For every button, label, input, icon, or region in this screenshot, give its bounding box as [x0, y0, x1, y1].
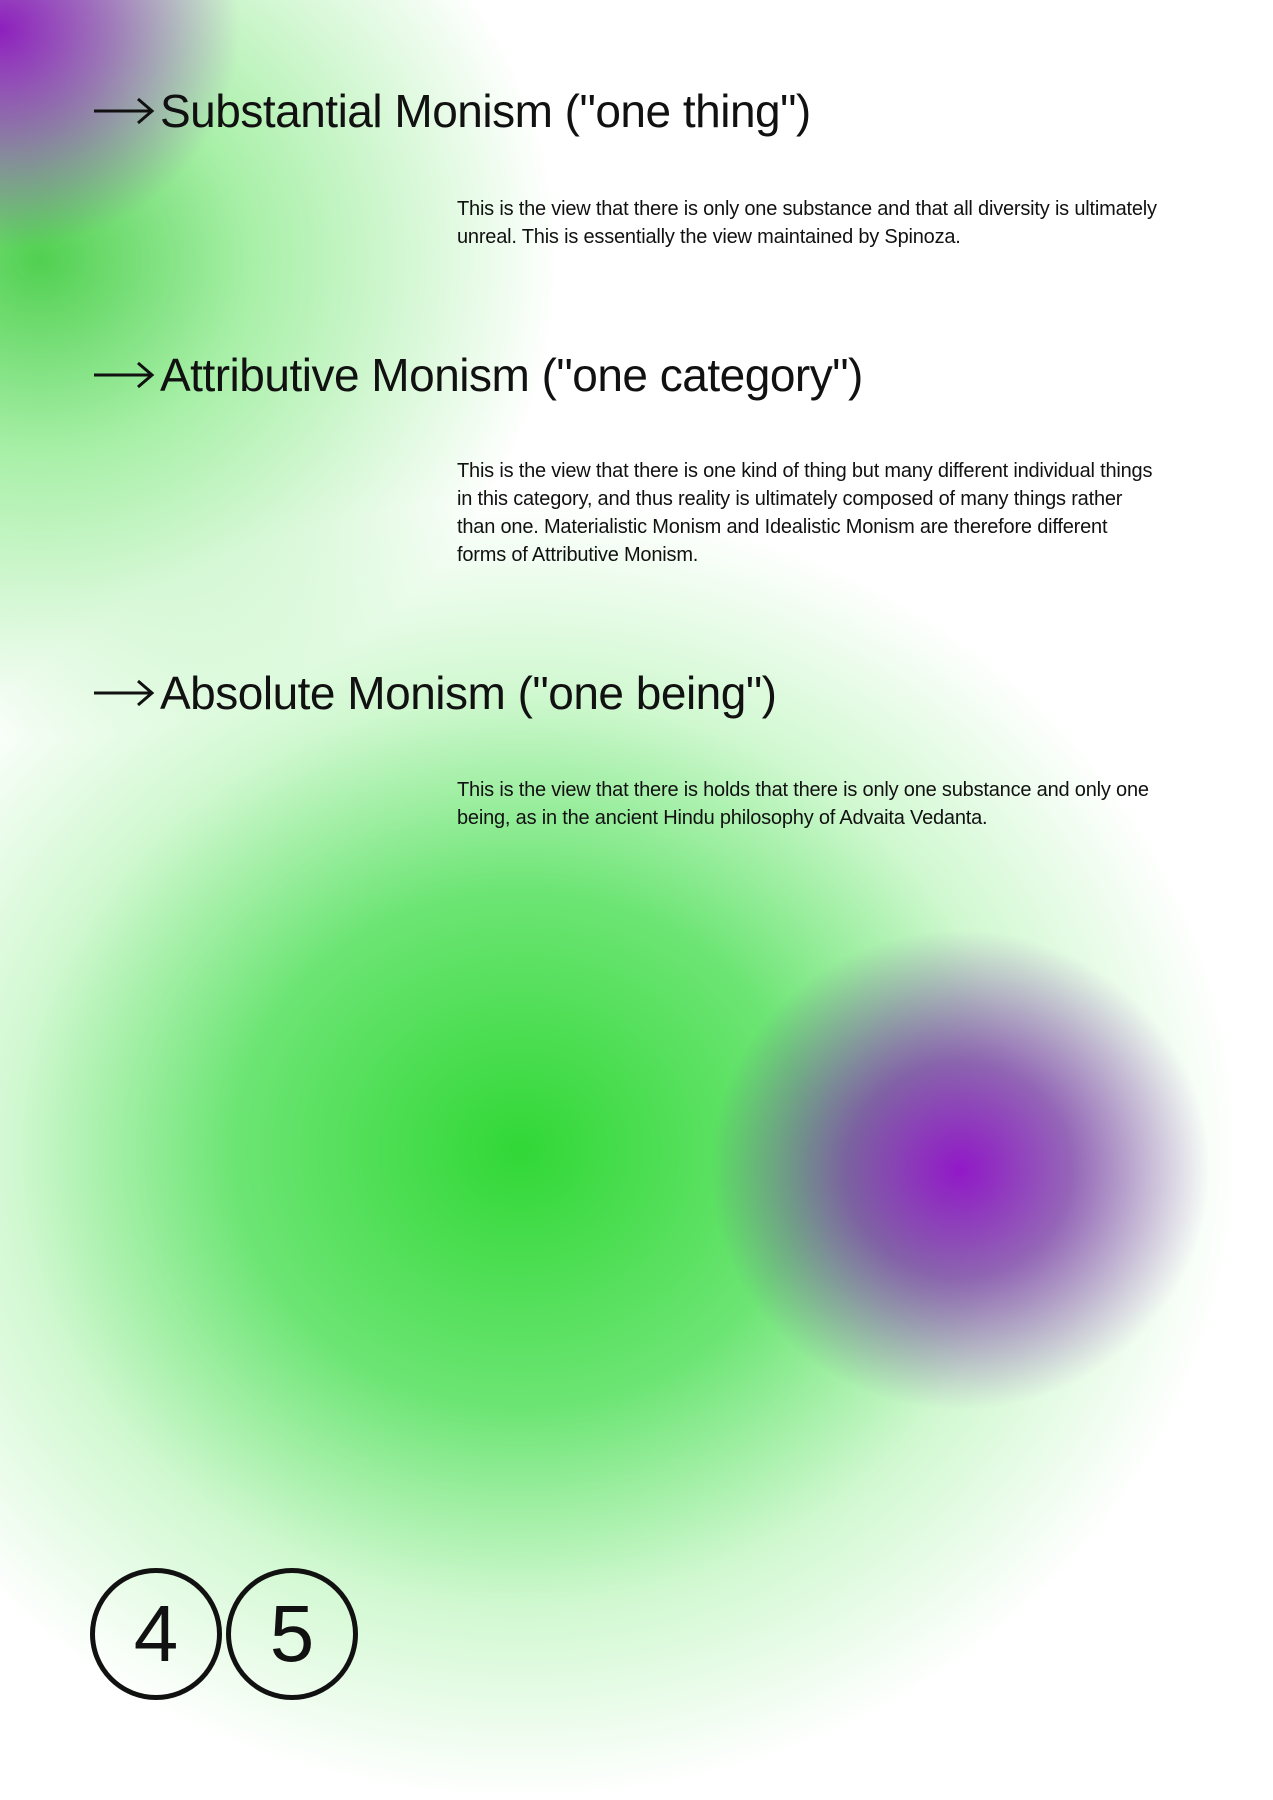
arrow-right-icon	[94, 97, 155, 125]
section-title: Substantial Monism ("one thing")	[160, 85, 811, 137]
page-numbers: 4 5	[90, 1568, 358, 1700]
section-heading: Substantial Monism ("one thing")	[92, 88, 811, 134]
section-heading: Attributive Monism ("one category")	[92, 352, 863, 398]
page-number-left: 4	[90, 1568, 222, 1700]
arrow-right-icon	[94, 361, 155, 389]
section-body: This is the view that there is only one …	[457, 198, 1157, 248]
section-heading: Absolute Monism ("one being")	[92, 667, 777, 719]
section-body: This is the view that there is holds tha…	[457, 779, 1149, 829]
section-title: Absolute Monism ("one being")	[160, 667, 777, 719]
arrow-right-icon	[94, 679, 155, 707]
gradient-background	[0, 0, 1273, 1800]
page-number-right: 5	[226, 1568, 358, 1700]
section-body: This is the view that there is one kind …	[457, 460, 1153, 566]
section-title: Attributive Monism ("one category")	[160, 349, 863, 401]
